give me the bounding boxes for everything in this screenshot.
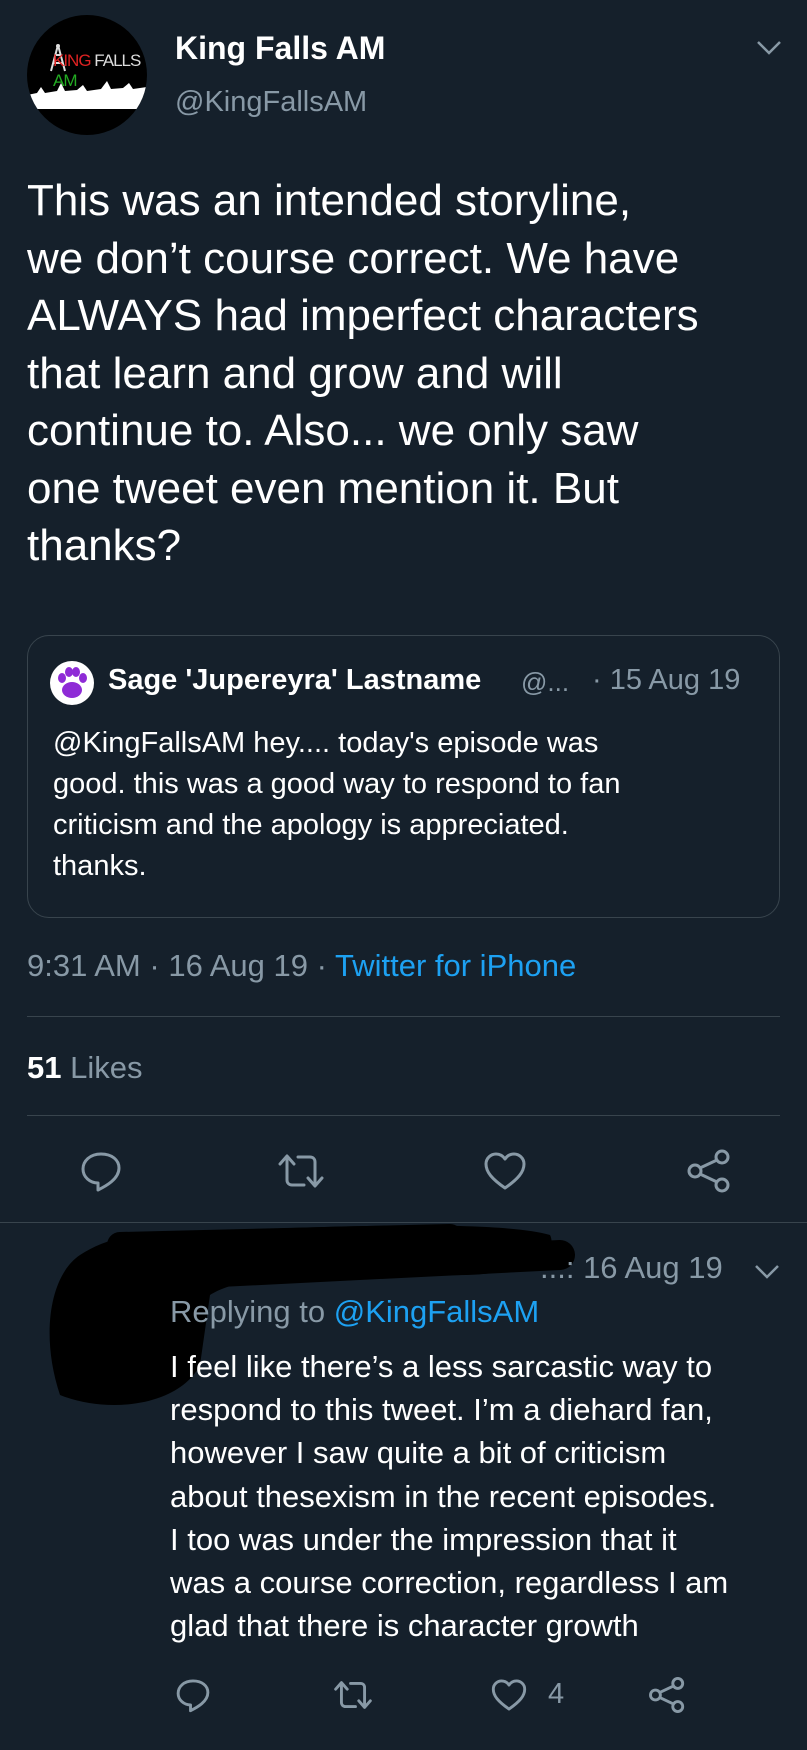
tweet-timestamp: 9:31 AM · 16 Aug 19 · Twitter for iPhone [27,948,576,984]
skyline-logo [27,81,147,109]
paw-icon [58,667,87,698]
reply-date: ...: 16 Aug 19 [540,1250,723,1285]
display-name[interactable]: King Falls AM [175,30,385,67]
quote-handle: @... [521,667,570,697]
replying-to-label: Replying to [170,1294,326,1329]
reply-icon[interactable] [78,1148,124,1194]
quote-display-name: Sage 'Jupereyra' Lastname [108,664,482,696]
retweet-icon[interactable] [278,1148,324,1194]
tweet-text: This was an intended storyline, we don’t… [27,176,699,570]
like-icon[interactable] [490,1676,528,1714]
tweet-source-link[interactable]: Twitter for iPhone [335,948,576,983]
reply-like-count: 4 [548,1678,565,1710]
tweet-time: 9:31 AM [27,948,141,983]
retweet-icon[interactable] [334,1676,372,1714]
quote-date: · 15 Aug 19 [592,664,741,696]
user-handle[interactable]: @KingFallsAM [175,86,367,119]
quote-text: @KingFallsAM hey.... today's episode was… [53,727,621,882]
chevron-down-icon[interactable] [756,38,782,58]
separator: · [316,948,327,983]
reply-text: I feel like there’s a less sarcastic way… [170,1349,729,1644]
likes-count[interactable]: 51 Likes [27,1050,142,1086]
share-icon[interactable] [686,1148,732,1194]
likes-number: 51 [27,1050,62,1085]
avatar[interactable]: KING FALLS AM [27,15,147,135]
quote-avatar [50,661,94,705]
like-icon[interactable] [482,1148,528,1194]
separator: · [149,948,160,983]
divider [27,1016,780,1017]
likes-label: Likes [70,1050,143,1085]
replying-to-handle[interactable]: @KingFallsAM [334,1294,539,1329]
tweet-date: 16 Aug 19 [168,948,308,983]
chevron-down-icon[interactable] [754,1262,780,1282]
replying-to: Replying to @KingFallsAM [170,1294,539,1330]
divider [27,1115,780,1116]
share-icon[interactable] [648,1676,686,1714]
reply-icon[interactable] [174,1676,212,1714]
